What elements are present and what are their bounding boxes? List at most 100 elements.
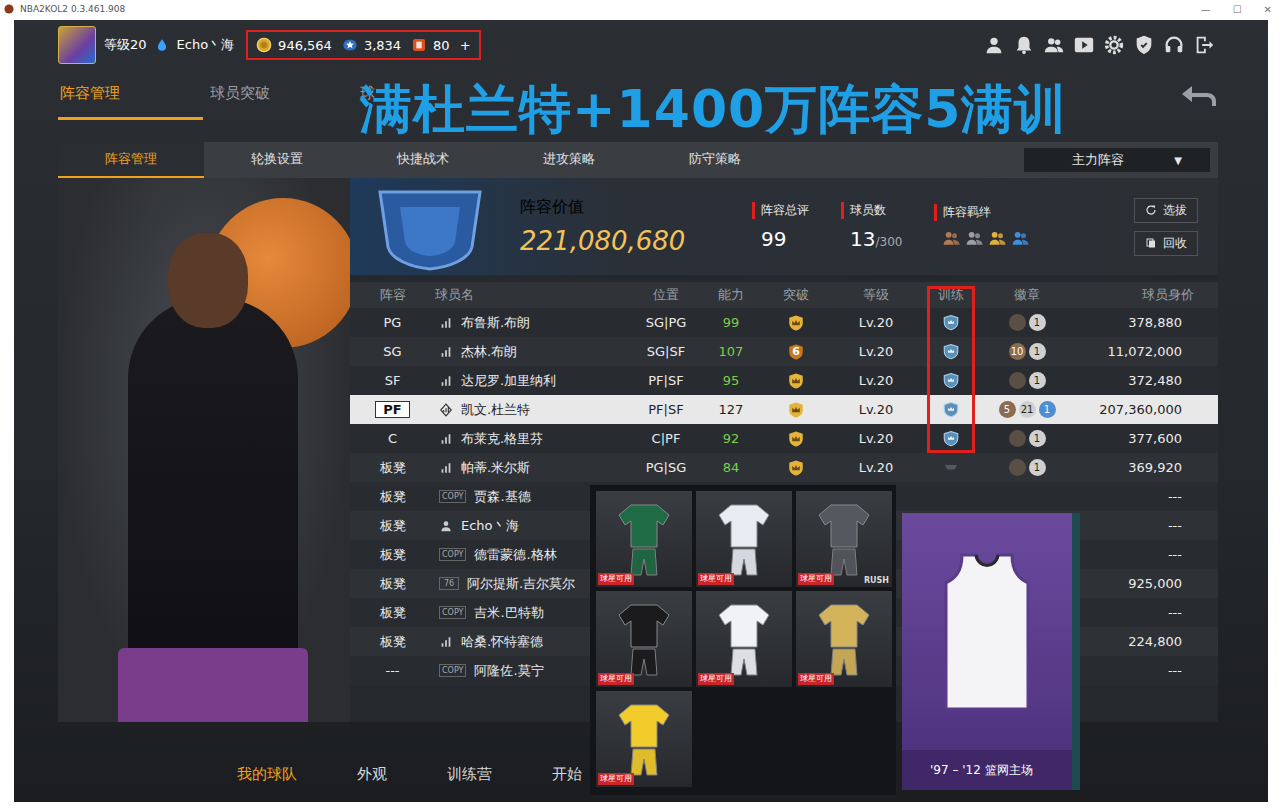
outfit-item[interactable]: 球星可用 — [596, 691, 692, 787]
main-tab[interactable]: 球员突破 — [208, 70, 358, 120]
outfit-tag: 球星可用 — [598, 573, 634, 585]
player-name: 凯文.杜兰特 — [461, 401, 530, 419]
badge[interactable] — [1009, 372, 1026, 389]
badge[interactable]: 5 — [999, 401, 1016, 418]
bars-icon — [439, 461, 453, 475]
badge[interactable] — [1009, 430, 1026, 447]
bond-icon[interactable] — [965, 229, 985, 249]
stat-label: 球员数 — [841, 202, 902, 219]
outfit-item[interactable]: 球星可用 — [696, 591, 792, 687]
nav-item[interactable]: 外观 — [357, 765, 387, 786]
column-header[interactable]: 等级 — [827, 286, 925, 304]
column-header[interactable]: 能力 — [697, 286, 765, 304]
player-name: 德雷蒙德.格林 — [474, 546, 556, 564]
nav-item[interactable]: 我的球队 — [237, 765, 297, 786]
column-header[interactable]: 球员身价 — [1077, 286, 1218, 304]
badges: 1 — [977, 314, 1077, 331]
outfit-item[interactable]: 球星可用 — [596, 591, 692, 687]
gear-icon[interactable] — [1103, 34, 1125, 56]
bond-icon[interactable] — [942, 229, 962, 249]
column-header[interactable]: 阵容 — [350, 286, 435, 304]
bond-icon[interactable] — [988, 229, 1008, 249]
column-header[interactable]: 球员名 — [435, 286, 635, 304]
stat-label: 阵容总评 — [752, 202, 809, 219]
currency-icon-wrap — [411, 37, 427, 53]
table-row[interactable]: PF凯文.杜兰特PF|SF127Lv.205211207,360,000 — [350, 395, 1218, 424]
sub-tab[interactable]: 轮换设置 — [204, 142, 350, 178]
add-currency-button[interactable]: + — [460, 38, 471, 53]
table-row[interactable]: SG杰林.布朗SG|SF1076Lv.2010111,072,000 — [350, 337, 1218, 366]
window-control[interactable]: ✕ — [1264, 4, 1272, 15]
badge[interactable]: 1 — [1029, 343, 1046, 360]
nav-label: 外观 — [357, 765, 387, 783]
badge-count: 1 — [1034, 433, 1040, 444]
dropdown-arrow[interactable]: ▼ — [1174, 155, 1182, 166]
badge[interactable] — [1009, 459, 1026, 476]
player-value: --- — [1168, 663, 1182, 678]
badge[interactable]: 1 — [1029, 459, 1046, 476]
outfit-item[interactable]: 球星可用 — [596, 491, 692, 587]
app-icon — [4, 4, 14, 14]
table-row[interactable]: C布莱克.格里芬C|PF92Lv.201377,600 — [350, 424, 1218, 453]
outfit-item[interactable]: 球星可用 — [796, 591, 892, 687]
bond-icon[interactable] — [1011, 229, 1031, 249]
nav-item[interactable]: 训练营 — [447, 765, 492, 786]
table-row[interactable]: SF达尼罗.加里纳利PF|SF95Lv.201372,480 — [350, 366, 1218, 395]
breakthrough-badge — [786, 400, 806, 420]
badge[interactable]: 21 — [1019, 401, 1036, 418]
table-row[interactable]: PG布鲁斯.布朗SG|PG99Lv.201378,880 — [350, 308, 1218, 337]
window-control[interactable]: — — [1201, 4, 1211, 15]
sub-tab[interactable]: 进攻策略 — [496, 142, 642, 178]
video-icon[interactable] — [1073, 34, 1095, 56]
crown-shield-icon — [787, 429, 805, 449]
shield-icon[interactable] — [1133, 34, 1155, 56]
breakthrough-badge — [786, 313, 806, 333]
outfit-tag: 球星可用 — [698, 673, 734, 685]
badge-count: 1 — [1034, 317, 1040, 328]
exit-icon[interactable] — [1193, 34, 1215, 56]
badge[interactable] — [1009, 314, 1026, 331]
badge[interactable]: 1 — [1029, 430, 1046, 447]
main-tab[interactable]: 阵容管理 — [58, 70, 203, 120]
column-header[interactable]: 训练 — [925, 286, 977, 304]
badge[interactable]: 1 — [1039, 401, 1056, 418]
outfit-item[interactable]: 球星可用 — [696, 491, 792, 587]
column-header[interactable]: 徽章 — [977, 286, 1077, 304]
sub-tab[interactable]: 阵容管理 — [58, 142, 204, 178]
bars-icon — [439, 316, 453, 330]
window-controls: — ☐ ✕ — [1201, 4, 1272, 15]
column-header[interactable]: 位置 — [635, 286, 697, 304]
profile-icon[interactable] — [983, 34, 1005, 56]
badge-count: 1 — [1044, 404, 1050, 415]
column-header[interactable]: 突破 — [765, 286, 827, 304]
position: PF|SF — [648, 373, 683, 388]
lineup-dropdown[interactable]: 主力阵容▼ — [1024, 148, 1210, 172]
friends-icon[interactable] — [1043, 34, 1065, 56]
outfit-item[interactable]: 球星可用RUSH — [796, 491, 892, 587]
badge[interactable]: 10 — [1009, 343, 1026, 360]
sub-tab[interactable]: 防守策略 — [642, 142, 788, 178]
badge[interactable]: 1 — [1029, 314, 1046, 331]
currency-bar: 946,5643,83480+ — [246, 30, 480, 60]
back-button[interactable] — [1178, 70, 1218, 120]
bell-icon[interactable] — [1013, 34, 1035, 56]
player-level: Lv.20 — [859, 373, 894, 388]
window-control[interactable]: ☐ — [1233, 4, 1242, 15]
slot-label: 板凳 — [380, 488, 406, 506]
headset-icon[interactable] — [1163, 34, 1185, 56]
badge[interactable]: 1 — [1029, 372, 1046, 389]
bars-icon — [439, 345, 453, 359]
player-value: --- — [1168, 518, 1182, 533]
avatar[interactable] — [58, 26, 96, 64]
table-row[interactable]: 板凳帕蒂.米尔斯PG|SG84Lv.201369,920 — [350, 453, 1218, 482]
badges: 1 — [977, 430, 1077, 447]
sub-tab[interactable]: 快捷战术 — [350, 142, 496, 178]
rank-drop-icon — [155, 37, 169, 53]
tag-icon: 76 — [439, 577, 459, 590]
action-button[interactable]: 回收 — [1134, 231, 1198, 256]
toolbar — [983, 34, 1215, 56]
badge-count: 5 — [1004, 404, 1010, 415]
nav-item[interactable]: 开始 — [552, 765, 582, 786]
tag-icon: COPY — [439, 606, 466, 619]
action-button[interactable]: 选拔 — [1134, 198, 1198, 223]
